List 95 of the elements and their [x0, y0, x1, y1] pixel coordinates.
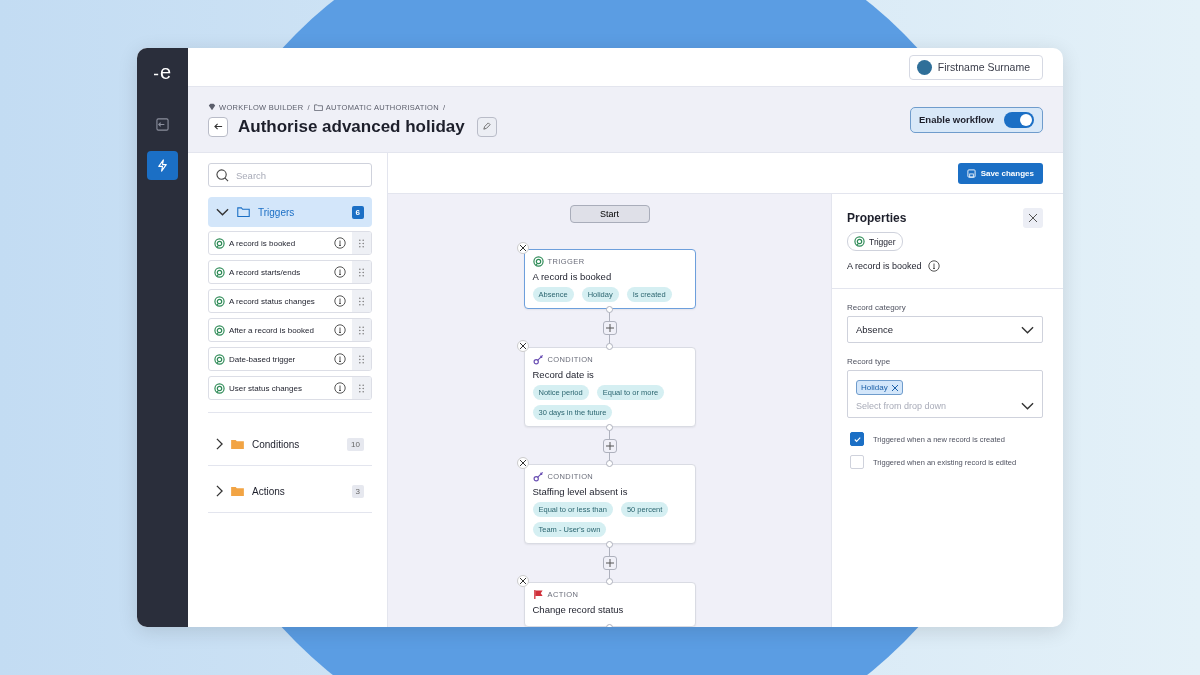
info-icon: [334, 382, 346, 394]
save-button[interactable]: Save changes: [957, 162, 1043, 184]
plus-icon: [605, 441, 614, 450]
trigger-icon: [854, 236, 865, 247]
type-multiselect[interactable]: Holiday Select from drop down: [847, 370, 1043, 418]
back-button[interactable]: [208, 116, 228, 137]
count-badge: 10: [347, 437, 364, 451]
plus-icon: [605, 559, 614, 568]
node-title: A record is booked: [532, 271, 613, 283]
save-icon: [966, 168, 976, 178]
diamond-icon: [208, 103, 216, 111]
page-title: Authorise advanced holiday: [238, 116, 465, 137]
key-icon: [532, 471, 544, 483]
checkbox[interactable]: [850, 432, 864, 446]
trigger-icon: [532, 256, 544, 268]
info-icon: [334, 237, 346, 249]
select-input[interactable]: Select from drop down: [856, 401, 1006, 411]
count-badge: 3: [351, 484, 364, 498]
checkmark-icon: [852, 434, 862, 444]
chevron-right-icon: [216, 485, 223, 497]
chevron-down-icon: [1021, 325, 1034, 334]
close-icon: [519, 342, 526, 349]
trigger-icon: [214, 382, 225, 394]
avatar-icon: [916, 59, 932, 75]
chevron-right-icon: [216, 438, 223, 450]
node-title: Staffing level absent is: [532, 486, 629, 498]
plus-icon: [605, 324, 614, 333]
trigger-item[interactable]: After a record is booked: [208, 318, 372, 342]
info-icon: [334, 353, 346, 365]
trigger-badge: Trigger: [847, 232, 903, 251]
search-field[interactable]: Search: [208, 163, 372, 187]
remove-node-button[interactable]: [516, 575, 529, 587]
arrow-left-icon: [213, 122, 223, 131]
trigger-item[interactable]: A record status changes: [208, 289, 372, 313]
remove-node-button[interactable]: [516, 242, 529, 255]
trigger-item[interactable]: A record starts/ends: [208, 260, 372, 284]
lightning-icon: [156, 159, 169, 172]
field-label: Record type: [847, 357, 892, 366]
add-step-button[interactable]: [602, 556, 617, 571]
edit-button[interactable]: [476, 116, 497, 137]
info-icon: [927, 260, 940, 272]
panel-title: Properties: [847, 211, 907, 225]
trigger-item[interactable]: Date-based trigger: [208, 347, 372, 371]
trigger-icon: [214, 266, 225, 278]
close-icon: [519, 578, 526, 584]
rail-button[interactable]: [147, 151, 178, 180]
drag-handle-icon[interactable]: [352, 348, 371, 370]
selected-tag[interactable]: Holiday: [856, 380, 903, 395]
remove-node-button[interactable]: [516, 339, 529, 352]
exit-icon: [156, 118, 169, 131]
trigger-icon: [214, 353, 225, 365]
close-icon: [519, 460, 526, 467]
drag-handle-icon[interactable]: [352, 319, 371, 341]
chevron-down-icon: [216, 208, 229, 216]
trigger-icon: [214, 237, 225, 249]
category-dropdown[interactable]: Absence: [847, 316, 1043, 343]
add-step-button[interactable]: [602, 438, 617, 453]
info-icon: [334, 266, 346, 278]
info-icon: [334, 324, 346, 336]
trigger-item[interactable]: A record is booked: [208, 231, 372, 255]
start-node[interactable]: Start: [569, 205, 650, 224]
logo: e: [153, 60, 172, 84]
close-icon: [1029, 214, 1037, 222]
add-step-button[interactable]: [602, 321, 617, 336]
chevron-down-icon: [1021, 402, 1034, 410]
remove-node-button[interactable]: [516, 457, 529, 470]
folder-icon: [231, 486, 244, 496]
count-badge: 6: [351, 205, 364, 219]
trigger-icon: [214, 324, 225, 336]
node-title: Record date is: [532, 368, 595, 380]
close-icon: [519, 245, 526, 252]
flag-icon: [532, 589, 544, 600]
group-header[interactable]: Conditions 10: [208, 429, 372, 459]
user-menu-button[interactable]: Firstname Surname: [908, 54, 1043, 80]
folder-icon: [313, 103, 323, 111]
group-header[interactable]: Triggers 6: [208, 197, 372, 227]
trigger-item[interactable]: User status changes: [208, 376, 372, 400]
search-icon: [216, 169, 229, 182]
group-header[interactable]: Actions 3: [208, 476, 372, 506]
folder-icon: [231, 439, 244, 449]
trigger-icon: [214, 295, 225, 307]
key-icon: [532, 353, 544, 365]
field-label: Record category: [847, 303, 907, 312]
drag-handle-icon[interactable]: [352, 261, 371, 283]
node-title: Change record status: [532, 604, 625, 615]
info-icon: [334, 295, 346, 307]
drag-handle-icon[interactable]: [352, 232, 371, 254]
drag-handle-icon[interactable]: [352, 377, 371, 399]
folder-icon: [237, 207, 250, 217]
enable-workflow-toggle[interactable]: Enable workflow: [910, 106, 1043, 133]
remove-tag-icon[interactable]: [891, 384, 898, 391]
drag-handle-icon[interactable]: [352, 290, 371, 312]
close-button[interactable]: [1023, 208, 1043, 228]
pencil-icon: [482, 122, 492, 131]
trigger-name: A record is booked: [847, 261, 922, 271]
